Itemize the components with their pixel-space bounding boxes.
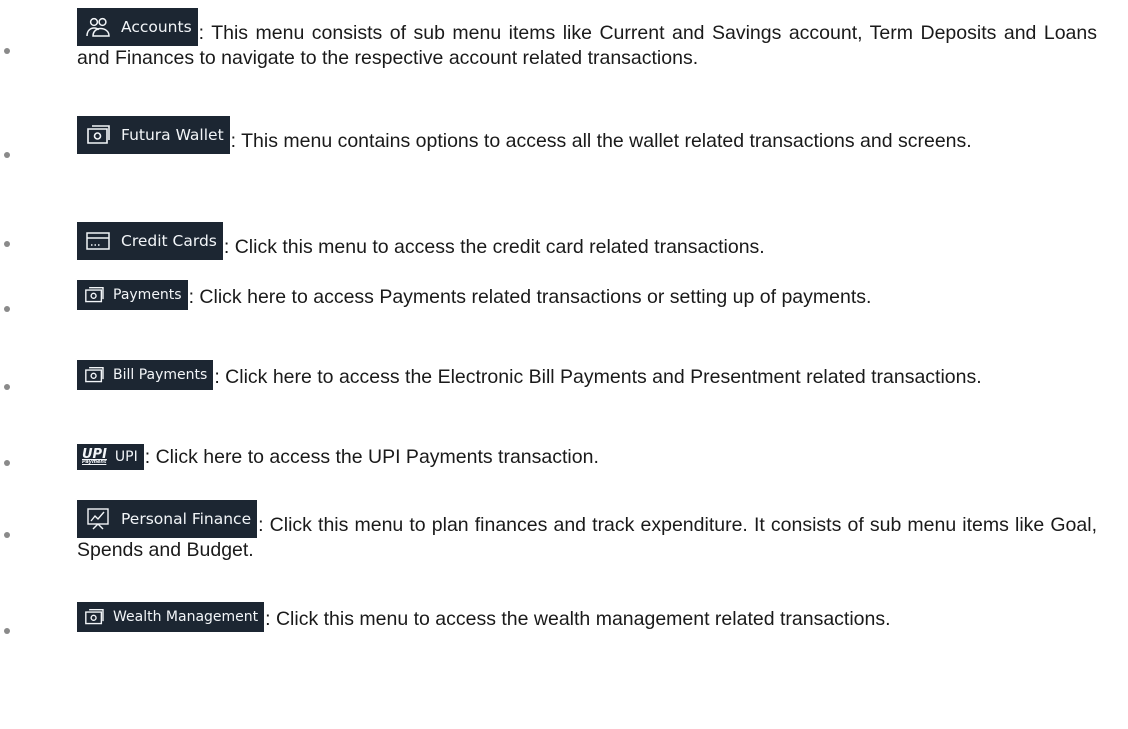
item-paragraph: Payments : Click here to access Payments… — [77, 280, 1097, 310]
menu-label: Wealth Management — [113, 608, 259, 625]
item-paragraph: Accounts : This menu consists of sub men… — [77, 8, 1097, 71]
bullet — [4, 152, 10, 158]
wealth-management-menu-chip: Wealth Management — [77, 602, 265, 632]
item-description: : Click this menu to access the wealth m… — [265, 608, 891, 630]
item-paragraph: Credit Cards : Click this menu to access… — [77, 222, 1097, 260]
bullet — [4, 532, 10, 538]
upi-logo-icon: UPI Payment — [82, 447, 107, 465]
payments-icon — [83, 286, 105, 304]
item-description: : This menu consists of sub menu items l… — [77, 22, 1097, 69]
bullet — [4, 48, 10, 54]
bullet — [4, 241, 10, 247]
bullet — [4, 384, 10, 390]
menu-label: Futura Wallet — [121, 125, 224, 144]
futura-wallet-menu-chip: Futura Wallet — [77, 116, 230, 154]
menu-label: Personal Finance — [121, 509, 252, 528]
users-icon — [85, 16, 111, 38]
accounts-menu-chip: Accounts — [77, 8, 198, 46]
bill-payments-menu-chip: Bill Payments — [77, 360, 214, 390]
chart-presentation-icon — [85, 508, 111, 530]
credit-card-icon — [85, 230, 111, 252]
bullet — [4, 628, 10, 634]
credit-cards-menu-chip: Credit Cards — [77, 222, 223, 260]
item-paragraph: Wealth Management : Click this menu to a… — [77, 602, 1097, 632]
item-description: : Click here to access the Electronic Bi… — [214, 366, 982, 388]
menu-label: Bill Payments — [113, 366, 208, 383]
item-paragraph: Futura Wallet : This menu contains optio… — [77, 116, 1097, 154]
item-paragraph: Personal Finance : Click this menu to pl… — [77, 500, 1097, 563]
item-description: : Click this menu to access the credit c… — [223, 236, 765, 258]
item-paragraph: Bill Payments : Click here to access the… — [77, 360, 1097, 390]
personal-finance-menu-chip: Personal Finance — [77, 500, 258, 538]
item-paragraph: UPI Payment UPI : Click here to access t… — [77, 444, 1097, 470]
item-description: : Click here to access Payments related … — [188, 286, 872, 308]
bill-payments-icon — [83, 366, 105, 384]
item-description: : Click here to access the UPI Payments … — [144, 446, 599, 468]
wealth-management-icon — [83, 608, 105, 626]
bullet — [4, 460, 10, 466]
menu-label: UPI — [114, 448, 138, 465]
menu-label: Credit Cards — [121, 231, 217, 250]
payments-menu-chip: Payments — [77, 280, 188, 310]
menu-description-list: Accounts : This menu consists of sub men… — [0, 0, 1128, 729]
menu-label: Accounts — [121, 17, 192, 36]
item-description: : This menu contains options to access a… — [230, 130, 972, 152]
wallet-icon — [85, 124, 111, 146]
bullet — [4, 306, 10, 312]
menu-label: Payments — [113, 286, 182, 303]
upi-menu-chip: UPI Payment UPI — [77, 444, 144, 470]
